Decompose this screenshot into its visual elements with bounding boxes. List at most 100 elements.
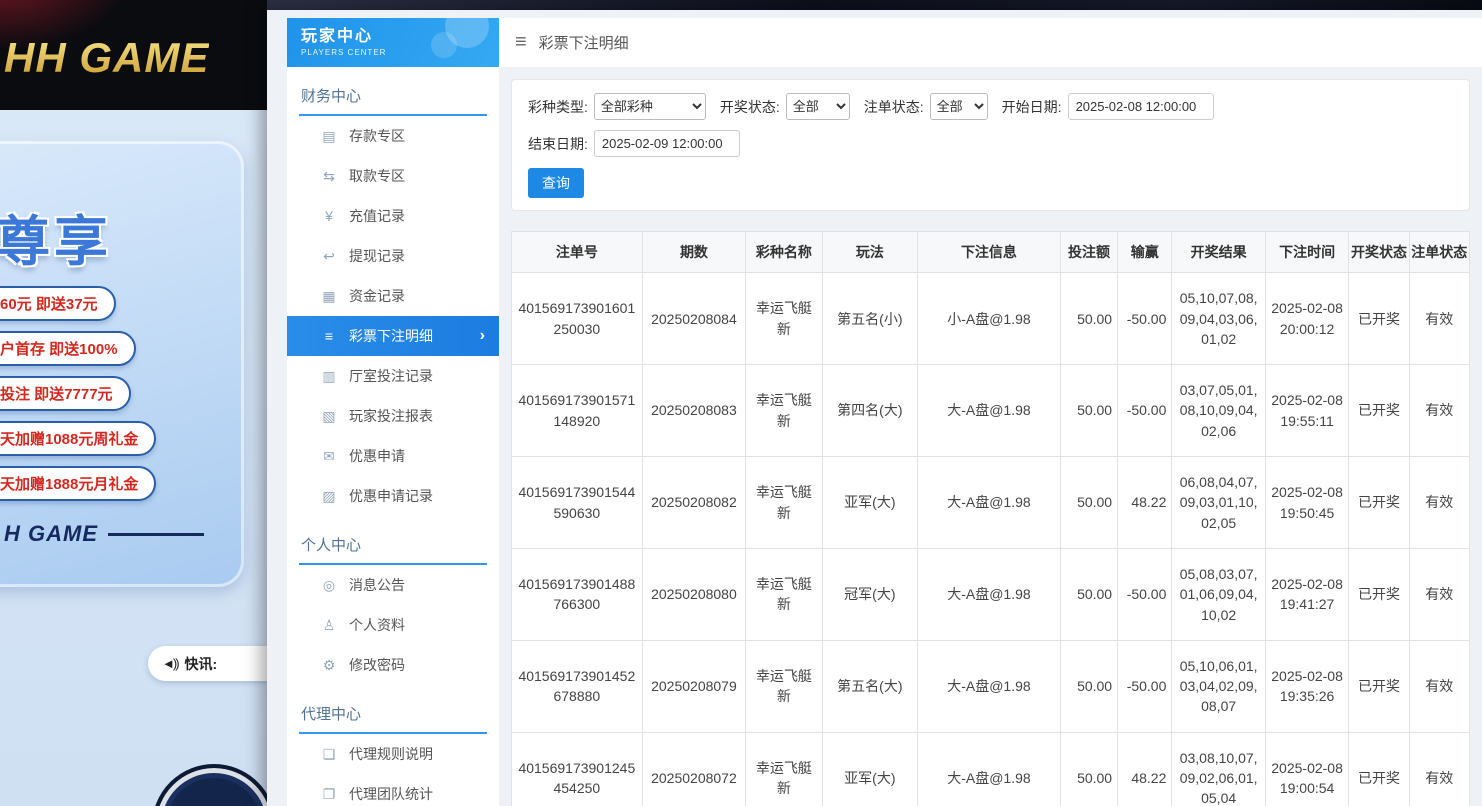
sidebar-item-deposit[interactable]: ▤ 存款专区: [287, 116, 499, 156]
withdraw-icon: ⇆: [321, 168, 337, 185]
end-date-input[interactable]: [594, 130, 740, 157]
cell-lottery: 幸运飞艇新: [746, 732, 822, 806]
sidebar-item-recharge-records[interactable]: ¥ 充值记录: [287, 196, 499, 236]
cell-order-status: 有效: [1409, 732, 1469, 806]
background-page: HH GAME 尊享 60元 即送37元 户首存 即送100% 投注 即送777…: [0, 0, 267, 806]
start-date-input[interactable]: [1068, 93, 1214, 120]
cell-lottery: 幸运飞艇新: [746, 365, 822, 457]
sidebar-item-label: 优惠申请记录: [349, 486, 433, 506]
sidebar-item-promo-apply[interactable]: ✉ 优惠申请: [287, 436, 499, 476]
cell-bet-time: 2025-02-08 19:55:11: [1265, 365, 1348, 457]
decorative-circle: [431, 32, 457, 58]
cell-order-no: 401569173901245454250: [512, 732, 643, 806]
sidebar-item-label: 玩家投注报表: [349, 406, 433, 426]
sidebar-item-hall-bet-records[interactable]: ▥ 厅室投注记录: [287, 356, 499, 396]
cell-bet-amount: 50.00: [1060, 273, 1117, 365]
lottery-type-select[interactable]: 全部彩种: [594, 93, 706, 120]
table-row: 401569173901544590630 20250208082 幸运飞艇新 …: [512, 457, 1470, 549]
sidebar-item-promo-apply-records[interactable]: ▨ 优惠申请记录: [287, 476, 499, 516]
promo-banner: 尊享 60元 即送37元 户首存 即送100% 投注 即送7777元 天加赠10…: [0, 141, 244, 587]
cell-issue: 20250208083: [642, 365, 746, 457]
cell-bet-info: 大-A盘@1.98: [918, 548, 1061, 640]
hamburger-menu-icon[interactable]: ≡: [515, 31, 527, 54]
promo-pill: 天加赠1888元月礼金: [0, 466, 156, 501]
sidebar-item-label: 优惠申请: [349, 446, 405, 466]
cell-result: 05,10,07,08,09,04,03,06,01,02: [1172, 273, 1265, 365]
player-center-panel: 玩家中心 PLAYERS CENTER 财务中心 ▤ 存款专区 ⇆ 取款专区 ¥…: [267, 10, 1482, 806]
sidebar-item-agent-rules[interactable]: ❏ 代理规则说明: [287, 734, 499, 774]
cell-bet-info: 大-A盘@1.98: [918, 732, 1061, 806]
draw-status-select[interactable]: 全部: [786, 93, 850, 120]
sidebar-item-withdrawal-records[interactable]: ↩ 提现记录: [287, 236, 499, 276]
cell-issue: 20250208079: [642, 640, 746, 732]
sidebar-item-profile[interactable]: ♙ 个人资料: [287, 605, 499, 645]
sidebar-item-label: 厅室投注记录: [349, 366, 433, 386]
section-heading-agent: 代理中心: [299, 693, 487, 734]
sidebar-item-label: 充值记录: [349, 206, 405, 226]
chevron-right-icon: ›: [480, 327, 485, 345]
sidebar-item-lottery-bet-details[interactable]: ≡ 彩票下注明细 ›: [287, 316, 499, 356]
cell-order-no: 401569173901601250030: [512, 273, 643, 365]
cell-issue: 20250208072: [642, 732, 746, 806]
sidebar-header: 玩家中心 PLAYERS CENTER: [287, 18, 499, 67]
cell-bet-info: 小-A盘@1.98: [918, 273, 1061, 365]
topbar: ≡ 彩票下注明细: [499, 18, 1482, 67]
cell-draw-status: 已开奖: [1349, 732, 1409, 806]
sidebar-item-label: 提现记录: [349, 246, 405, 266]
promo-pill: 60元 即送37元: [0, 286, 116, 321]
table-header-row: 注单号 期数 彩种名称 玩法 下注信息 投注额 输赢 开奖结果 下注时间 开奖状…: [512, 232, 1470, 273]
draw-status-label: 开奖状态:: [720, 97, 780, 117]
section-heading-finance: 财务中心: [299, 75, 487, 116]
cell-lottery: 幸运飞艇新: [746, 640, 822, 732]
sidebar-item-fund-records[interactable]: ▦ 资金记录: [287, 276, 499, 316]
cell-draw-status: 已开奖: [1349, 273, 1409, 365]
cell-bet-time: 2025-02-08 19:50:45: [1265, 457, 1348, 549]
banner-brand: H GAME: [4, 521, 244, 547]
sidebar-item-label: 资金记录: [349, 286, 405, 306]
cell-issue: 20250208080: [642, 548, 746, 640]
table-row: 401569173901452678880 20250208079 幸运飞艇新 …: [512, 640, 1470, 732]
report-icon: ▧: [321, 408, 337, 425]
site-logo: HH GAME: [4, 34, 209, 82]
cell-bet-info: 大-A盘@1.98: [918, 365, 1061, 457]
announcement-icon: ◎: [321, 577, 337, 594]
cell-winloss: -50.00: [1118, 273, 1172, 365]
sidebar-item-announcements[interactable]: ◎ 消息公告: [287, 565, 499, 605]
bet-table-wrap: 注单号 期数 彩种名称 玩法 下注信息 投注额 输赢 开奖结果 下注时间 开奖状…: [511, 231, 1470, 806]
cell-result: 05,10,06,01,03,04,02,09,08,07: [1172, 640, 1265, 732]
cell-order-status: 有效: [1409, 640, 1469, 732]
badge-logo: [152, 764, 276, 806]
banner-brand-text: H GAME: [4, 521, 98, 547]
promo-pill: 天加赠1088元周礼金: [0, 421, 156, 456]
cell-order-no: 401569173901488766300: [512, 548, 643, 640]
col-header: 期数: [642, 232, 746, 273]
table-row: 401569173901488766300 20250208080 幸运飞艇新 …: [512, 548, 1470, 640]
sidebar-item-player-bet-report[interactable]: ▧ 玩家投注报表: [287, 396, 499, 436]
cell-result: 06,08,04,07,09,03,01,10,02,05: [1172, 457, 1265, 549]
funds-icon: ▦: [321, 288, 337, 305]
cell-winloss: 48.22: [1118, 732, 1172, 806]
order-status-select[interactable]: 全部: [930, 93, 988, 120]
site-header: HH GAME: [0, 0, 267, 110]
cell-bet-amount: 50.00: [1060, 457, 1117, 549]
cell-bet-info: 大-A盘@1.98: [918, 640, 1061, 732]
cell-lottery: 幸运飞艇新: [746, 457, 822, 549]
cell-play: 亚军(大): [822, 457, 917, 549]
table-row: 401569173901571148920 20250208083 幸运飞艇新 …: [512, 365, 1470, 457]
col-header: 注单号: [512, 232, 643, 273]
search-button[interactable]: 查询: [528, 168, 584, 198]
sidebar-subtitle: PLAYERS CENTER: [301, 48, 499, 57]
cell-winloss: 48.22: [1118, 457, 1172, 549]
cell-bet-time: 2025-02-08 19:41:27: [1265, 548, 1348, 640]
cell-order-status: 有效: [1409, 273, 1469, 365]
sidebar-item-withdraw[interactable]: ⇆ 取款专区: [287, 156, 499, 196]
promo-apply-icon: ✉: [321, 448, 337, 465]
cell-order-no: 401569173901544590630: [512, 457, 643, 549]
lottery-type-label: 彩种类型:: [528, 97, 588, 117]
col-header: 开奖结果: [1172, 232, 1265, 273]
cell-play: 第四名(大): [822, 365, 917, 457]
cell-draw-status: 已开奖: [1349, 548, 1409, 640]
sidebar-item-change-password[interactable]: ⚙ 修改密码: [287, 645, 499, 685]
sidebar-item-agent-team-stats[interactable]: ❐ 代理团队统计: [287, 774, 499, 806]
col-header: 下注信息: [918, 232, 1061, 273]
